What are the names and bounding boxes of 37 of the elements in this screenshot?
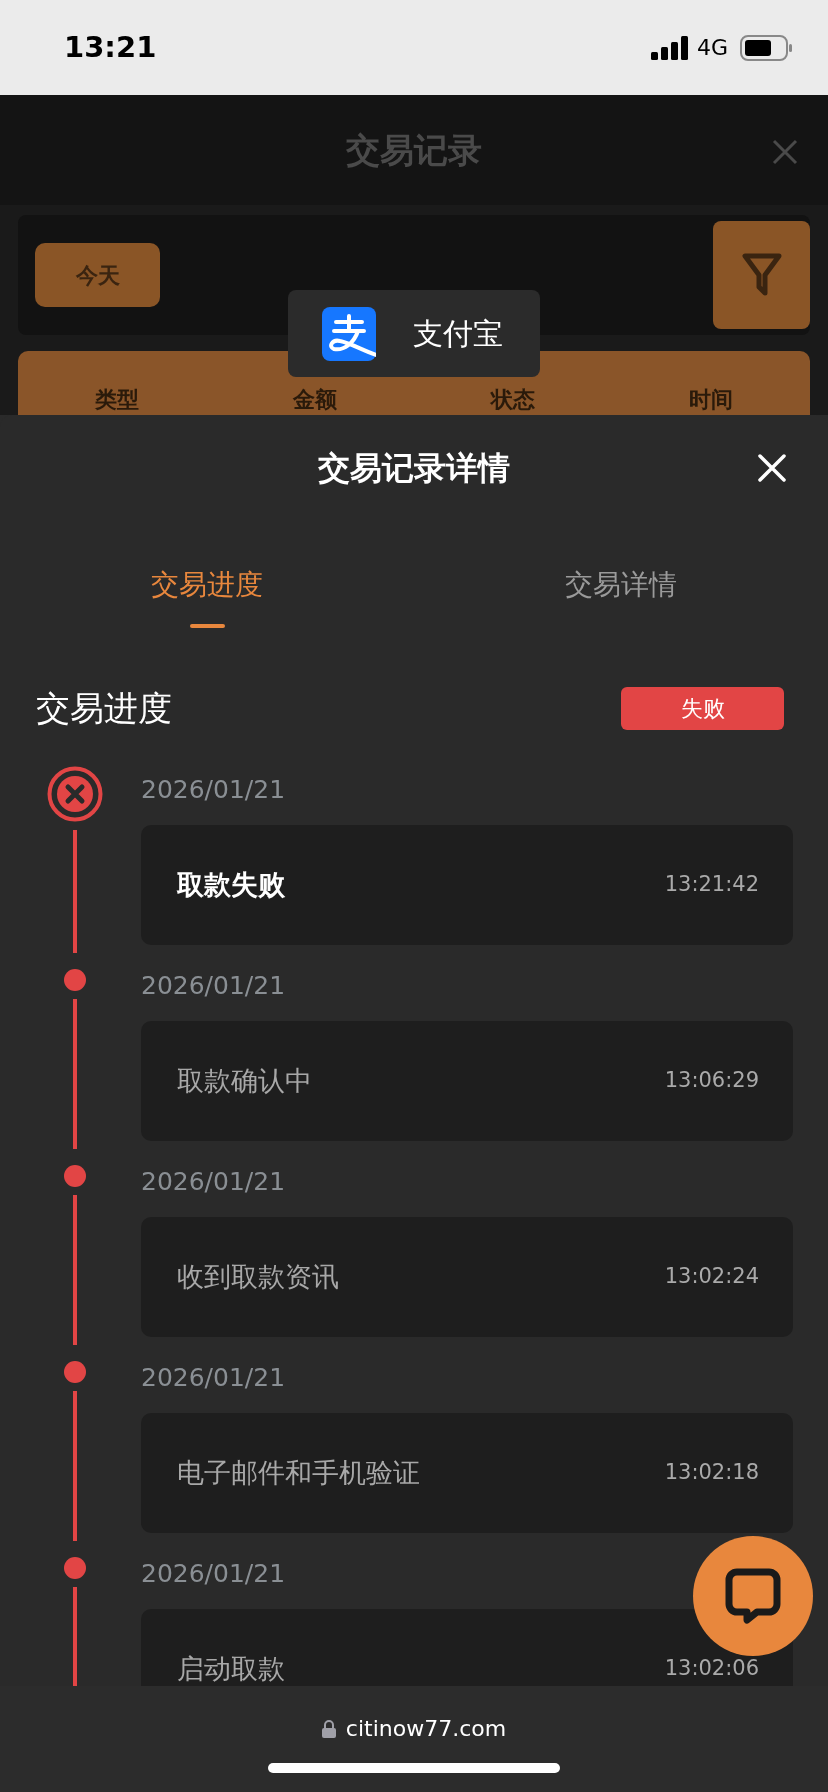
entry-date: 2026/01/21 (141, 774, 286, 806)
column-header: 时间 (688, 386, 734, 414)
app-logo-icon (322, 306, 376, 361)
chat-icon (723, 1566, 783, 1626)
url-text[interactable]: citinow77.com (345, 1712, 507, 1745)
entry-title: 取款失败 (177, 867, 285, 902)
column-header: 类型 (94, 386, 140, 414)
signal-icon (650, 35, 689, 60)
entry-time: 13:06:29 (664, 1067, 759, 1095)
entry-date: 2026/01/21 (141, 970, 286, 1002)
filter-button[interactable] (713, 221, 810, 329)
battery-icon (740, 34, 792, 61)
filter-icon (741, 253, 782, 297)
lock-icon (321, 1719, 336, 1738)
tab[interactable]: 交易进度 (0, 520, 414, 640)
entry-time: 13:21:42 (664, 871, 759, 899)
network-label: 4G (696, 34, 728, 62)
tab[interactable]: 交易详情 (414, 520, 828, 640)
app-name: 支付宝 (413, 315, 503, 353)
entry-time: 13:02:18 (664, 1459, 759, 1487)
entry-date: 2026/01/21 (141, 1362, 286, 1394)
tab-underline (189, 624, 225, 628)
column-header: 金额 (292, 386, 338, 414)
status-time: 13:21 (64, 28, 157, 66)
entry-title: 取款确认中 (177, 1063, 312, 1098)
entry-title: 收到取款资讯 (177, 1259, 339, 1294)
error-icon (47, 766, 103, 822)
section-title: 交易进度 (36, 687, 172, 730)
entry-date: 2026/01/21 (141, 1558, 286, 1590)
column-header: 状态 (489, 386, 536, 414)
entry-time: 13:02:24 (664, 1263, 759, 1291)
entry-time: 13:02:06 (664, 1655, 759, 1683)
sheet-title: 交易记录详情 (318, 447, 510, 489)
entry-date: 2026/01/21 (141, 1166, 286, 1198)
entry-title: 启动取款 (177, 1651, 285, 1686)
entry-title: 电子邮件和手机验证 (177, 1455, 420, 1490)
status-badge: 失败 (621, 687, 784, 730)
